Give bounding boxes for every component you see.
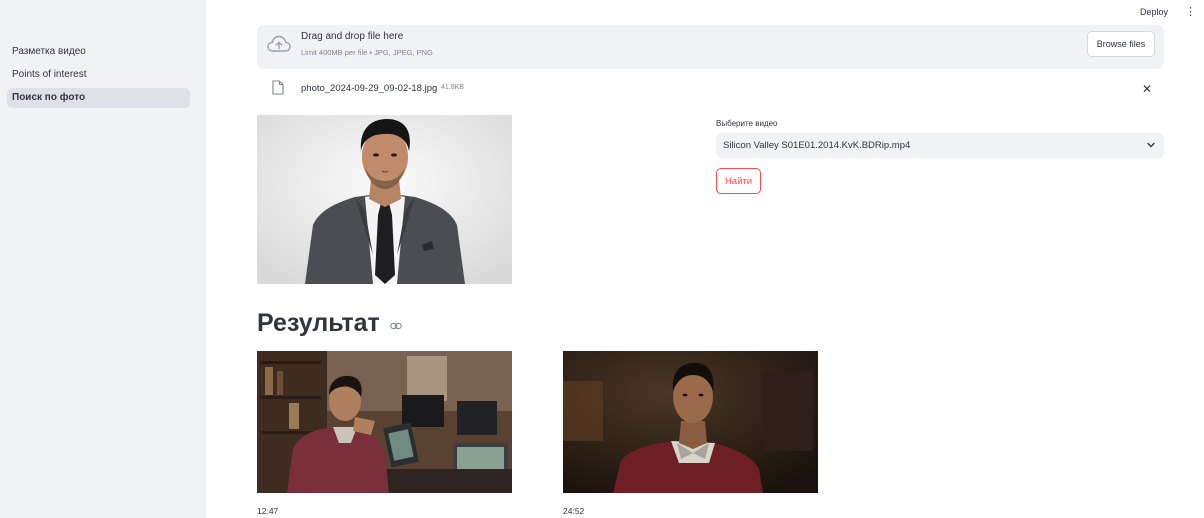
uploaded-file-size: 41.8KB bbox=[441, 84, 464, 91]
uploaded-file-name: photo_2024-09-29_09-02-18.jpg bbox=[301, 83, 438, 94]
portrait-image bbox=[257, 115, 512, 284]
result-timecode: 24:52 bbox=[563, 506, 585, 516]
result-timecode: 12:47 bbox=[257, 506, 279, 516]
find-button[interactable]: Найти bbox=[716, 168, 761, 194]
video-select-value: Silicon Valley S01E01.2014.KvK.BDRip.mp4 bbox=[723, 140, 911, 151]
sidebar-item-video-markup[interactable]: Разметка видео bbox=[7, 42, 190, 62]
cloud-upload-icon bbox=[267, 35, 291, 52]
sidebar-item-points-of-interest[interactable]: Points of interest bbox=[7, 65, 190, 85]
uploaded-file-row: photo_2024-09-29_09-02-18.jpg 41.8KB ✕ bbox=[257, 78, 1164, 100]
deploy-button[interactable]: Deploy bbox=[1140, 7, 1168, 17]
video-select-label: Выберите видео bbox=[716, 119, 778, 128]
dropzone-title: Drag and drop file here bbox=[301, 31, 404, 42]
dropzone-limit: Limit 400MB per file • JPG, JPEG, PNG bbox=[301, 48, 433, 57]
video-select[interactable]: Silicon Valley S01E01.2014.KvK.BDRip.mp4 bbox=[716, 133, 1164, 158]
sidebar-item-photo-search[interactable]: Поиск по фото bbox=[7, 88, 190, 108]
uploaded-photo bbox=[257, 115, 512, 284]
close-icon[interactable]: ✕ bbox=[1142, 82, 1152, 96]
file-icon bbox=[272, 80, 284, 95]
sidebar: Разметка видео Points of interest Поиск … bbox=[0, 0, 206, 518]
chevron-down-icon bbox=[1147, 142, 1155, 148]
result-frame-image bbox=[257, 351, 512, 493]
result-frame-image bbox=[563, 351, 818, 493]
main-menu-icon[interactable]: ⋮ bbox=[1185, 6, 1196, 18]
results-heading: Результат bbox=[257, 309, 380, 337]
result-frame bbox=[563, 351, 818, 493]
link-icon[interactable] bbox=[390, 321, 402, 331]
result-frame bbox=[257, 351, 512, 493]
browse-files-button[interactable]: Browse files bbox=[1087, 31, 1155, 57]
file-dropzone[interactable]: Drag and drop file here Limit 400MB per … bbox=[257, 25, 1164, 69]
